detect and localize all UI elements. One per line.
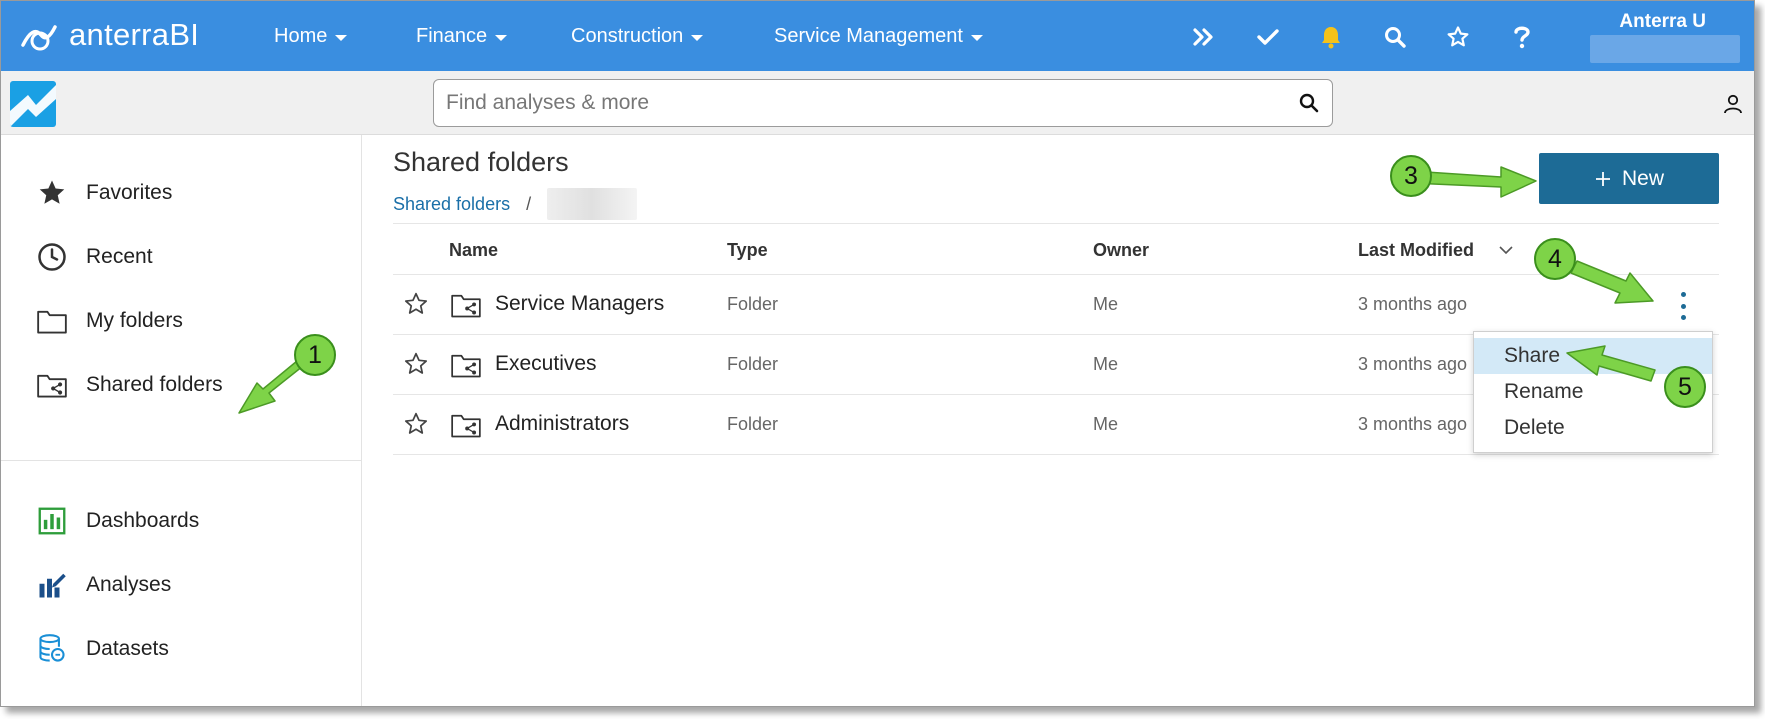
help-icon[interactable] <box>1508 23 1536 51</box>
sidebar-item-analyses[interactable]: Analyses <box>35 565 171 605</box>
star-icon <box>35 176 69 210</box>
search-bar-row: Find analyses & more <box>1 71 1754 135</box>
sidebar-item-recent[interactable]: Recent <box>35 237 153 277</box>
folder-owner: Me <box>1093 414 1119 434</box>
breadcrumb-link-shared-folders[interactable]: Shared folders <box>393 194 510 215</box>
sidebar-item-favorites[interactable]: Favorites <box>35 173 172 213</box>
folder-name[interactable]: Executives <box>495 352 597 376</box>
column-header-name[interactable]: Name <box>449 240 498 261</box>
shared-folder-icon <box>451 414 481 438</box>
sidebar-item-label: Datasets <box>86 637 169 660</box>
folder-modified: 3 months ago <box>1358 354 1468 374</box>
brand-name: anterraBI <box>69 17 200 52</box>
checkmark-icon[interactable] <box>1254 23 1282 51</box>
bell-icon[interactable] <box>1317 23 1345 51</box>
sidebar-item-label: Dashboards <box>86 509 200 532</box>
column-header-last-modified[interactable]: Last Modified <box>1358 240 1474 261</box>
menu-item-delete[interactable]: Delete <box>1474 410 1712 446</box>
breadcrumb-separator: / <box>526 193 532 214</box>
nav-construction[interactable]: Construction <box>571 25 704 48</box>
chevron-down-icon <box>495 34 508 41</box>
breadcrumb: Shared folders / <box>393 188 638 220</box>
search-field[interactable]: Find analyses & more <box>433 79 1333 127</box>
folder-name[interactable]: Administrators <box>495 412 629 436</box>
callout-3: 3 <box>1390 155 1432 197</box>
analyses-icon <box>35 568 69 602</box>
folder-name[interactable]: Service Managers <box>495 292 664 316</box>
more-options-icon[interactable] <box>1673 289 1693 323</box>
nav-service-management-label: Service Management <box>774 25 963 47</box>
search-icon[interactable] <box>1298 92 1320 114</box>
new-button-label: New <box>1621 166 1664 190</box>
sidebar-item-label: Recent <box>86 245 153 268</box>
dashboard-icon <box>35 504 69 538</box>
sidebar-item-label: Shared folders <box>86 373 223 396</box>
page-title: Shared folders <box>393 147 569 177</box>
callout-4: 4 <box>1534 238 1576 280</box>
nav-construction-label: Construction <box>571 25 684 47</box>
shared-folder-icon <box>451 354 481 378</box>
redacted-user-info <box>1590 35 1740 63</box>
search-input[interactable]: Find analyses & more <box>446 91 1298 115</box>
sidebar-item-shared-folders[interactable]: Shared folders <box>35 365 223 405</box>
profile-icon[interactable] <box>1722 93 1744 115</box>
sidebar-item-datasets[interactable]: Datasets <box>35 629 169 669</box>
table-row[interactable]: Service Managers Folder Me 3 months ago <box>393 275 1719 335</box>
user-name[interactable]: Anterra U <box>1619 11 1706 33</box>
folder-owner: Me <box>1093 354 1119 374</box>
folder-owner: Me <box>1093 294 1119 314</box>
star-outline-icon[interactable] <box>1444 23 1472 51</box>
chevron-down-icon <box>691 34 704 41</box>
new-button[interactable]: New <box>1539 153 1719 204</box>
chevron-down-icon <box>970 34 983 41</box>
sidebar-item-my-folders[interactable]: My folders <box>35 301 183 341</box>
sidebar-divider <box>1 460 362 461</box>
folder-modified: 3 months ago <box>1358 414 1468 434</box>
nav-service-management[interactable]: Service Management <box>774 25 983 48</box>
table-header: Name Type Owner Last Modified <box>393 223 1719 275</box>
shared-folder-icon <box>451 294 481 318</box>
double-chevron-right-icon[interactable] <box>1190 23 1218 51</box>
nav-finance[interactable]: Finance <box>416 25 508 48</box>
folder-modified: 3 months ago <box>1358 294 1468 314</box>
anterra-logo-icon <box>21 25 57 51</box>
nav-home-label: Home <box>274 25 328 47</box>
folder-type: Folder <box>727 294 779 314</box>
favorite-star-icon[interactable] <box>403 351 429 377</box>
shared-folder-icon <box>35 368 69 402</box>
redacted-breadcrumb <box>547 188 638 220</box>
folder-type: Folder <box>727 354 779 374</box>
callout-1: 1 <box>294 334 336 376</box>
plus-icon <box>1595 171 1610 186</box>
folder-icon <box>35 304 69 338</box>
nav-home[interactable]: Home <box>274 25 348 48</box>
search-icon[interactable] <box>1381 23 1409 51</box>
nav-finance-label: Finance <box>416 25 488 47</box>
sidebar-item-dashboards[interactable]: Dashboards <box>35 501 199 541</box>
favorite-star-icon[interactable] <box>403 291 429 317</box>
sort-chevron-down-icon[interactable] <box>1498 244 1514 256</box>
folder-type: Folder <box>727 414 779 434</box>
column-header-owner[interactable]: Owner <box>1093 240 1149 261</box>
clock-icon <box>35 240 69 274</box>
brand-logo[interactable]: anterraBI <box>19 15 199 55</box>
column-header-type[interactable]: Type <box>727 240 768 261</box>
datasets-icon <box>35 632 69 666</box>
quicksight-logo-icon[interactable] <box>10 81 56 127</box>
sidebar-item-label: Analyses <box>86 573 172 596</box>
favorite-star-icon[interactable] <box>403 411 429 437</box>
app-window: anterraBI Home Finance Construction Serv… <box>0 0 1755 707</box>
callout-5: 5 <box>1664 366 1706 408</box>
sidebar-item-label: My folders <box>86 309 183 332</box>
top-navigation-bar: anterraBI Home Finance Construction Serv… <box>1 1 1754 71</box>
sidebar: Favorites Recent My folders Shared folde… <box>1 135 362 706</box>
sidebar-item-label: Favorites <box>86 181 173 204</box>
chevron-down-icon <box>335 34 348 41</box>
